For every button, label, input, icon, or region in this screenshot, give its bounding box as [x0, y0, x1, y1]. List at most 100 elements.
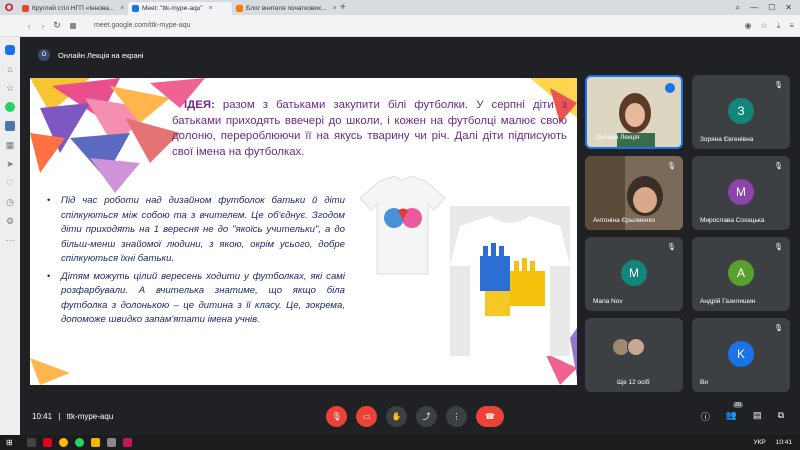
avatar: М: [728, 179, 754, 205]
avatar: K: [728, 341, 754, 367]
mic-off-icon: 🎙: [667, 163, 676, 170]
close-tab-icon[interactable]: ×: [209, 5, 213, 12]
back-icon[interactable]: ‹: [22, 21, 36, 31]
meet-icon: [132, 5, 139, 12]
mic-off-icon: 🎙: [667, 244, 676, 251]
whatsapp-icon[interactable]: [5, 102, 15, 112]
tshirt-image: [360, 176, 445, 275]
lock-icon[interactable]: [70, 22, 76, 29]
meet-control-bar: 10:41 | ttk-mype-aqu 🎙 ▭ ✋ ⤴ ⋮ ☎ ⓘ 👥 20 ▤…: [20, 397, 800, 435]
address-actions: ◉ ☆ ⤓ ≡: [745, 21, 794, 31]
bullet-item: Дітям можуть цілий вересень ходити у фут…: [45, 270, 345, 328]
participant-tile[interactable]: 🎙 M Maria Nov: [585, 237, 683, 311]
call-controls: 🎙 ▭ ✋ ⤴ ⋮ ☎: [326, 405, 504, 427]
new-tab-button[interactable]: +: [340, 2, 346, 13]
system-tray: УКР 10:41: [753, 439, 792, 446]
star-icon[interactable]: ☆: [5, 83, 15, 93]
tab-round-table[interactable]: Круглий стіл НГП «Іннова... ×: [18, 2, 128, 15]
search-icon[interactable]: [26, 438, 36, 447]
participant-name: Maria Nov: [593, 298, 623, 305]
separator: |: [58, 411, 61, 421]
opera-sidebar: ⌂ ☆ ▦ ➤ ♡ ◷ ⚙ ⋯: [0, 37, 20, 435]
participant-tile[interactable]: 🎙 А Андрій Газилишин: [692, 237, 790, 311]
camera-toggle-button[interactable]: ▭: [356, 405, 377, 427]
opera-taskbar-icon[interactable]: [42, 438, 52, 447]
info-icon[interactable]: ⓘ: [701, 410, 710, 423]
participant-tile[interactable]: 🎙 З Зоряна Євгенівна: [692, 75, 790, 149]
activities-icon[interactable]: ⧉: [778, 410, 784, 423]
avatar: А: [728, 260, 754, 286]
avatar: M: [621, 260, 647, 286]
raise-hand-button[interactable]: ✋: [386, 405, 407, 427]
tab-meet[interactable]: Meet: "ttk-mype-aqu" ×: [128, 2, 232, 15]
whatsapp-taskbar-icon[interactable]: [74, 438, 84, 447]
more-options-button[interactable]: ⋮: [446, 405, 467, 427]
explorer-taskbar-icon[interactable]: [90, 438, 100, 447]
slide-bullets: Під час роботи над дизайном футболок бат…: [45, 194, 345, 331]
grid-icon[interactable]: ▦: [5, 140, 15, 150]
chat-icon[interactable]: ▤: [753, 410, 762, 423]
tshirt-photo: [450, 206, 570, 356]
bullet-item: Під час роботи над дизайном футболок бат…: [45, 194, 345, 267]
close-tab-icon[interactable]: ×: [120, 5, 124, 12]
participant-avatars: [612, 338, 645, 356]
start-icon[interactable]: ⊞: [6, 438, 13, 447]
idea-heading: ІДЕЯ:: [184, 99, 215, 111]
chrome-taskbar-icon[interactable]: [58, 438, 68, 447]
vk-icon[interactable]: [5, 121, 15, 131]
participant-name: Мирослава Сохацька: [700, 217, 765, 224]
tab-blog[interactable]: Блог вчителя початкових... ×: [232, 2, 336, 15]
heart-icon[interactable]: ♡: [5, 178, 15, 188]
participant-tile[interactable]: 🎙 Антоніна Єрьоменко: [585, 156, 683, 230]
star-icon[interactable]: ☆: [761, 21, 768, 31]
camera-icon[interactable]: ◉: [745, 21, 752, 31]
send-icon[interactable]: ➤: [5, 159, 15, 169]
presenter-avatar: О: [38, 49, 50, 61]
url-field[interactable]: meet.google.com/ttk-mype-aqu: [94, 22, 191, 29]
leave-call-button[interactable]: ☎: [476, 405, 504, 427]
meet-window: О Онлайн Лекція на екрані ІДЕЯ: разом з …: [20, 37, 800, 435]
history-icon[interactable]: ◷: [5, 197, 15, 207]
home-icon[interactable]: ⌂: [5, 64, 15, 74]
participant-name: Андрій Газилишин: [700, 298, 756, 305]
reload-icon[interactable]: ↻: [50, 20, 64, 31]
maximize-icon[interactable]: ☐: [768, 3, 775, 12]
more-icon[interactable]: ⋯: [5, 235, 15, 245]
tab-label: Блог вчителя початкових...: [246, 5, 327, 12]
participant-name: Онлайн Лекція: [595, 134, 640, 141]
tray-clock[interactable]: 10:41: [776, 439, 792, 446]
settings-icon[interactable]: ≡: [789, 21, 794, 31]
participant-name: Зоряна Євгенівна: [700, 136, 754, 143]
messenger-icon[interactable]: [5, 45, 15, 55]
meeting-info: 10:41 | ttk-mype-aqu: [32, 412, 113, 421]
presenter-label: Онлайн Лекція на екрані: [58, 50, 144, 60]
gear-icon[interactable]: ⚙: [5, 216, 15, 226]
present-button[interactable]: ⤴: [416, 405, 437, 427]
participant-tile[interactable]: Онлайн Лекція: [585, 75, 683, 149]
app-taskbar-icon[interactable]: [106, 438, 116, 447]
search-tabs-icon[interactable]: ⌕: [736, 3, 740, 13]
address-bar: ‹ › ↻ meet.google.com/ttk-mype-aqu ◉ ☆ ⤓…: [0, 15, 800, 37]
meeting-time: 10:41: [32, 411, 53, 421]
tab-label: Круглий стіл НГП «Іннова...: [32, 5, 115, 12]
close-window-icon[interactable]: ✕: [785, 3, 792, 12]
presentation-slide: ІДЕЯ: разом з батьками закупити білі фут…: [30, 78, 577, 385]
people-icon[interactable]: 👥 20: [726, 401, 744, 423]
self-tile[interactable]: 🎙 K Ви: [692, 318, 790, 392]
opera-gx-taskbar-icon[interactable]: [122, 438, 132, 447]
participant-tile[interactable]: 🎙 М Мирослава Сохацька: [692, 156, 790, 230]
mic-off-icon: 🎙: [774, 244, 783, 251]
forward-icon[interactable]: ›: [36, 21, 50, 31]
minimize-icon[interactable]: —: [750, 3, 758, 12]
more-participants-label: Ще 12 осіб: [617, 379, 650, 386]
close-tab-icon[interactable]: ×: [333, 5, 336, 12]
language-indicator[interactable]: УКР: [753, 439, 765, 446]
idea-body: разом з батьками закупити білі футболки.…: [172, 99, 567, 159]
mic-toggle-button[interactable]: 🎙: [326, 405, 347, 427]
browser-tab-bar: O Круглий стіл НГП «Іннова... × Meet: "t…: [0, 0, 800, 15]
mic-off-icon: 🎙: [774, 163, 783, 170]
more-participants-tile[interactable]: Ще 12 осіб: [585, 318, 683, 392]
opera-menu-icon[interactable]: O: [0, 0, 18, 15]
download-icon[interactable]: ⤓: [777, 21, 781, 31]
avatar: [627, 338, 645, 356]
